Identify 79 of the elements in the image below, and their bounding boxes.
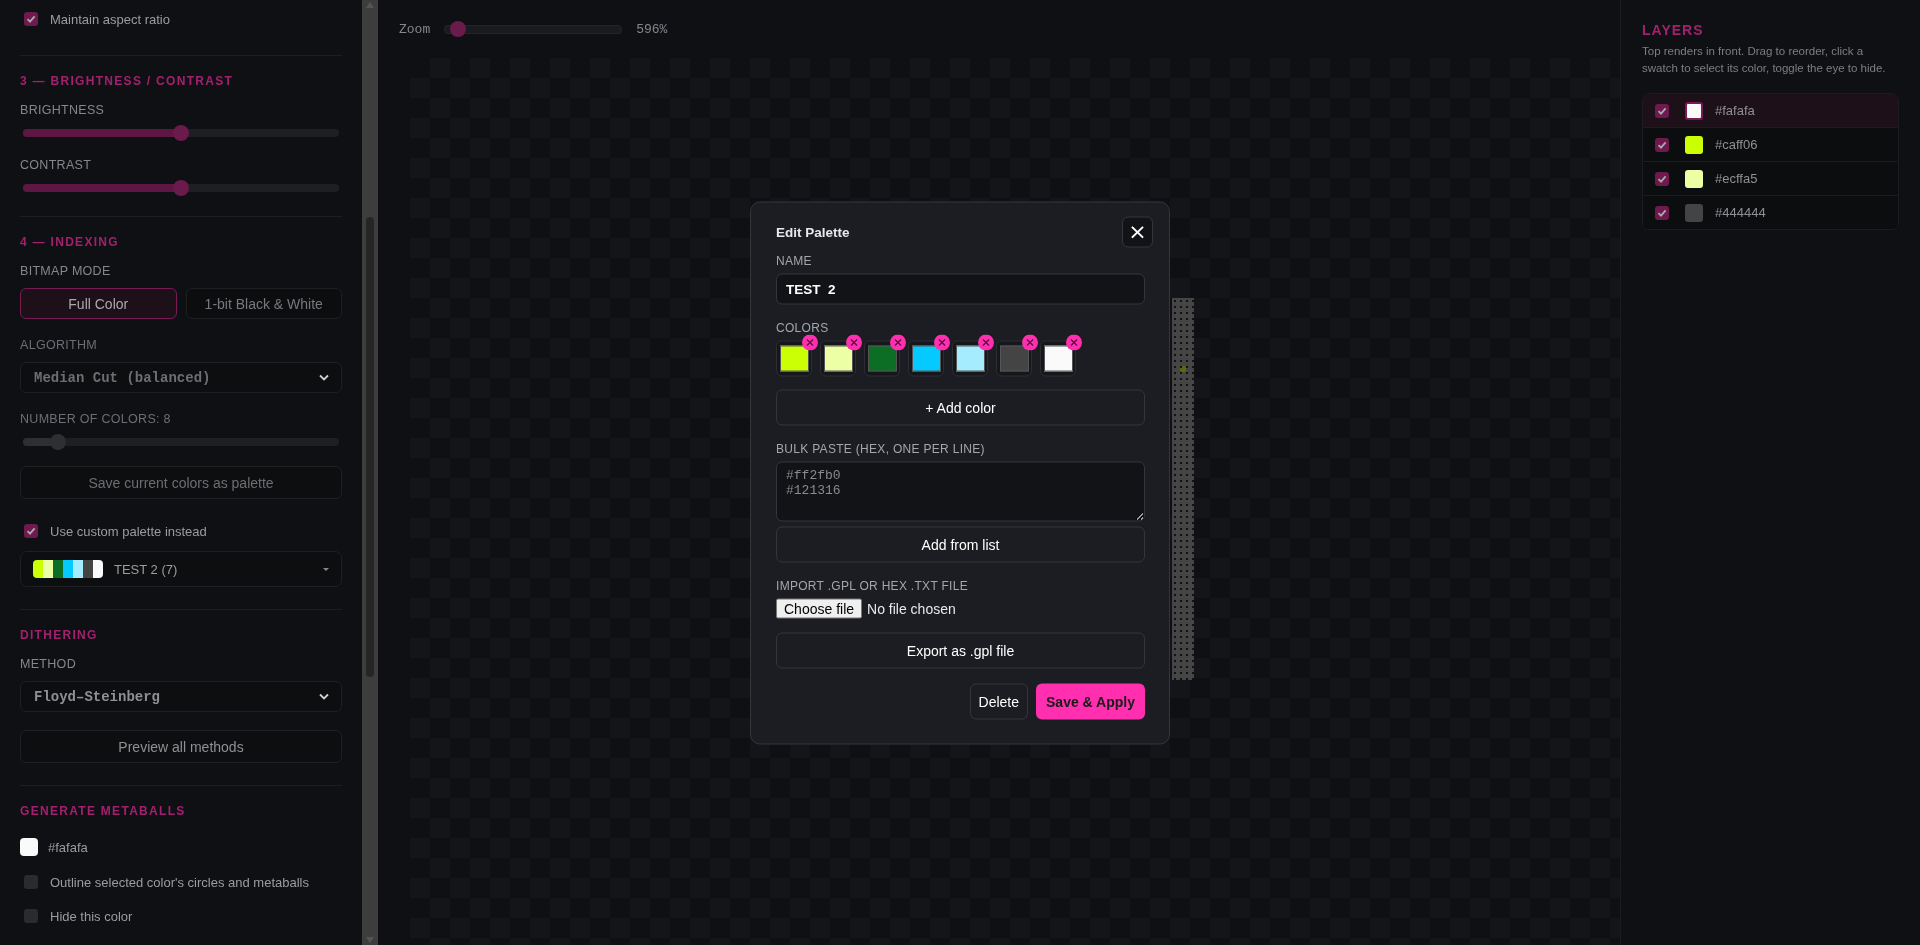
checkmark-icon xyxy=(1657,207,1667,218)
choose-file-button[interactable]: Choose file xyxy=(776,598,863,618)
field-label: IMPORT .GPL OR HEX .TXT FILE xyxy=(776,578,968,592)
field-label: BITMAP MODE xyxy=(20,264,111,278)
action-button[interactable]: Preview all methods xyxy=(20,730,342,763)
checkbox-label: Maintain aspect ratio xyxy=(50,11,170,27)
layer-row[interactable]: #fafafa xyxy=(1643,94,1898,128)
slider-thumb[interactable] xyxy=(173,180,189,196)
add-color-button[interactable]: + Add color xyxy=(776,389,1145,425)
dropdown[interactable]: Floyd–Steinberg xyxy=(20,681,342,712)
panel-title: LAYERS xyxy=(1642,22,1704,38)
chevron-down-icon xyxy=(319,374,329,381)
layer-label: #444444 xyxy=(1715,205,1766,220)
remove-color-icon[interactable] xyxy=(802,334,818,350)
chevron-down-icon xyxy=(319,693,329,700)
remove-color-icon[interactable] xyxy=(934,334,950,350)
layer-label: #caff06 xyxy=(1715,137,1758,152)
palette-dropdown[interactable]: TEST 2 (7) xyxy=(20,551,342,587)
zoom-slider[interactable] xyxy=(444,24,623,34)
checkmark-icon xyxy=(26,14,36,24)
remove-color-icon[interactable] xyxy=(846,334,862,350)
checkmark-icon xyxy=(1657,105,1667,116)
checkbox-label: Use custom palette instead xyxy=(50,523,207,539)
checkbox-label: Outline selected color's circles and metaballs xyxy=(50,874,309,890)
field-label: CONTRAST xyxy=(20,158,92,172)
export-button[interactable]: Export as .gpl file xyxy=(776,632,1145,668)
delete-button[interactable]: Delete xyxy=(969,683,1029,719)
mode-button[interactable]: 1-bit Black & White xyxy=(185,288,342,319)
color-swatch[interactable] xyxy=(1685,203,1703,222)
checkbox[interactable] xyxy=(1655,137,1669,152)
color-label: #fafafa xyxy=(48,839,88,855)
remove-color-icon[interactable] xyxy=(1022,334,1038,350)
slider-thumb[interactable] xyxy=(173,125,189,141)
zoom-label: Zoom xyxy=(399,21,431,37)
checkmark-icon xyxy=(1657,139,1667,150)
scrollbar-thumb[interactable] xyxy=(366,217,374,677)
checkmark-icon xyxy=(1657,173,1667,184)
slider-thumb[interactable] xyxy=(450,20,467,37)
section-title: 4 — INDEXING xyxy=(20,235,119,249)
palette-swatch-strip xyxy=(33,560,103,578)
panel-hint: Top renders in front. Drag to reorder, click a swatch to select its color, toggle the eye to hide. xyxy=(1642,44,1887,76)
checkbox[interactable] xyxy=(24,909,38,923)
layer-label: #ecffa5 xyxy=(1715,171,1758,186)
checkbox[interactable] xyxy=(24,12,38,26)
dialog-title: Edit Palette xyxy=(776,224,850,239)
checkbox[interactable] xyxy=(1655,205,1669,220)
color-swatch[interactable] xyxy=(1685,135,1703,154)
name-field[interactable]: TEST 2 xyxy=(776,273,1145,304)
color-swatch[interactable] xyxy=(20,838,38,856)
field-label: COLORS xyxy=(776,320,829,334)
mode-button[interactable]: Full Color xyxy=(20,288,177,319)
zoom-reading: 596% xyxy=(636,21,668,37)
bulk-paste-field[interactable]: #ff2fb0 #121316 xyxy=(776,461,1145,521)
close-button[interactable]: × xyxy=(1122,216,1153,247)
field-label: NUMBER OF COLORS: 8 xyxy=(20,412,171,426)
remove-color-icon[interactable] xyxy=(978,334,994,350)
remove-color-icon[interactable] xyxy=(1066,334,1082,350)
checkmark-icon xyxy=(26,526,36,536)
field-label: NAME xyxy=(776,253,812,267)
field-label: BRIGHTNESS xyxy=(20,103,105,117)
section-title: GENERATE METABALLS xyxy=(20,804,186,818)
save-apply-button[interactable]: Save & Apply xyxy=(1036,683,1145,719)
color-swatch[interactable] xyxy=(1685,169,1703,188)
caret-icon xyxy=(323,567,329,571)
checkbox[interactable] xyxy=(24,524,38,538)
color-swatch[interactable] xyxy=(1685,101,1703,120)
field-label: BULK PASTE (HEX, ONE PER LINE) xyxy=(776,441,985,455)
section-title: DITHERING xyxy=(20,628,98,642)
add-from-list-button[interactable]: Add from list xyxy=(776,526,1145,562)
layer-label: #fafafa xyxy=(1715,103,1755,118)
checkbox[interactable] xyxy=(24,875,38,889)
remove-color-icon[interactable] xyxy=(890,334,906,350)
field-label: ALGORITHM xyxy=(20,338,97,352)
field-label: METHOD xyxy=(20,657,76,671)
checkbox[interactable] xyxy=(1655,103,1669,118)
file-status: No file chosen xyxy=(867,600,956,616)
checkbox-label: Hide this color xyxy=(50,908,133,924)
checkbox[interactable] xyxy=(1655,171,1669,186)
section-title: 3 — BRIGHTNESS / CONTRAST xyxy=(20,74,234,88)
